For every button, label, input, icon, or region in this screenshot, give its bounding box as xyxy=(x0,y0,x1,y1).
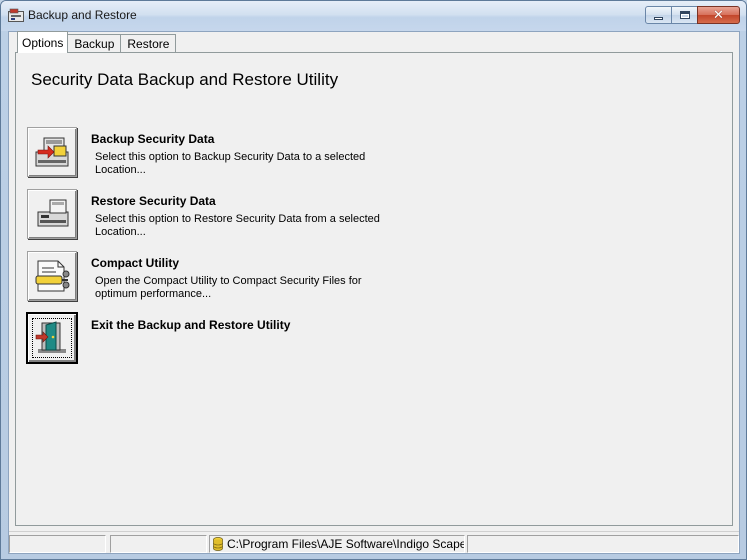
tab-strip: Options Backup Restore xyxy=(17,31,177,53)
compact-description: Open the Compact Utility to Compact Secu… xyxy=(95,275,362,300)
exit-title: Exit the Backup and Restore Utility xyxy=(91,318,291,332)
backup-app-icon xyxy=(8,8,24,22)
restore-button[interactable] xyxy=(27,189,77,239)
close-button[interactable]: ✕ xyxy=(697,6,740,24)
status-panel-1 xyxy=(9,535,106,553)
backup-description: Select this option to Backup Security Da… xyxy=(95,151,366,176)
option-exit: Exit the Backup and Restore Utility xyxy=(27,313,627,365)
minimize-button[interactable] xyxy=(645,6,672,24)
status-panel-4 xyxy=(467,535,739,553)
title-bar[interactable]: Backup and Restore ✕ xyxy=(1,1,746,31)
client-area: Options Backup Restore Security Data Bac… xyxy=(8,31,740,554)
status-bar: C:\Program Files\AJE Software\Indigo Sca… xyxy=(9,531,739,553)
database-icon xyxy=(213,537,223,551)
window-title: Backup and Restore xyxy=(28,8,137,22)
restore-title: Restore Security Data xyxy=(91,194,216,208)
compact-title: Compact Utility xyxy=(91,256,180,270)
tab-options[interactable]: Options xyxy=(17,31,69,53)
restore-drive-icon xyxy=(37,199,69,227)
options-panel: Security Data Backup and Restore Utility… xyxy=(15,52,733,526)
minimize-icon xyxy=(654,16,663,20)
status-path-text: C:\Program Files\AJE Software\Indigo Sca… xyxy=(227,537,465,551)
option-compact: Compact Utility Open the Compact Utility… xyxy=(27,251,627,303)
maximize-icon xyxy=(679,11,690,19)
backup-button[interactable] xyxy=(27,127,77,177)
page-title: Security Data Backup and Restore Utility xyxy=(31,70,339,89)
compact-button[interactable] xyxy=(27,251,77,301)
backup-restore-window: Backup and Restore ✕ Options Backup Rest… xyxy=(0,0,747,560)
tab-restore[interactable]: Restore xyxy=(120,34,177,53)
compact-utility-icon xyxy=(35,260,70,292)
option-backup: Backup Security Data Select this option … xyxy=(27,127,627,179)
maximize-button[interactable] xyxy=(671,6,698,24)
option-restore: Restore Security Data Select this option… xyxy=(27,189,627,241)
status-panel-2 xyxy=(110,535,207,553)
exit-door-icon xyxy=(35,321,66,353)
backup-drive-icon xyxy=(35,137,69,167)
tab-backup[interactable]: Backup xyxy=(67,34,122,53)
restore-description: Select this option to Restore Security D… xyxy=(95,213,380,238)
exit-button[interactable] xyxy=(27,313,77,363)
status-panel-path: C:\Program Files\AJE Software\Indigo Sca… xyxy=(209,535,465,553)
backup-title: Backup Security Data xyxy=(91,132,215,146)
close-icon: ✕ xyxy=(713,7,724,23)
window-controls: ✕ xyxy=(645,6,740,24)
